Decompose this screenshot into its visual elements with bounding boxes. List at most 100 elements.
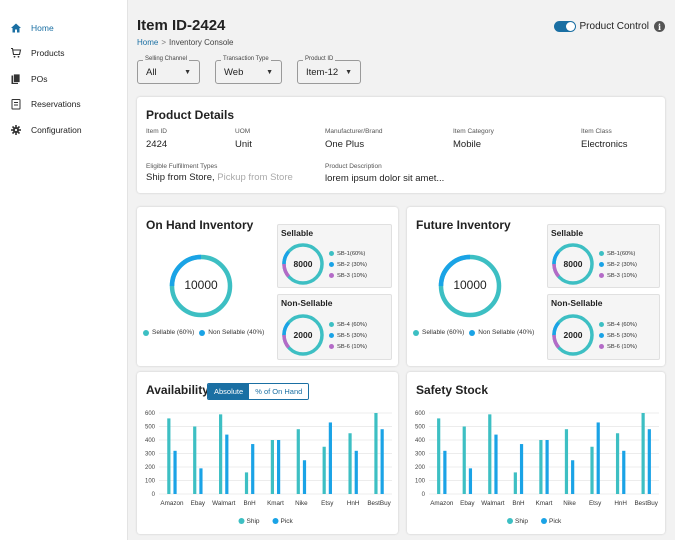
product-id-select[interactable]: Product ID Item-12 ▼ xyxy=(297,56,361,84)
non-sellable-total: 2000 xyxy=(563,330,583,340)
sellable-legend: SB-1(60%) SB-2 (30%) SB-3 (10%) xyxy=(599,248,637,281)
card-title: Safety Stock xyxy=(416,383,489,397)
legend-swatch xyxy=(329,262,334,267)
bar-pick xyxy=(173,450,177,494)
bar-pick xyxy=(328,422,332,494)
product-details-card: Product Details Item ID 2424 UOM Unit Ma… xyxy=(137,97,665,193)
sidebar-item-pos[interactable]: POs xyxy=(0,66,127,92)
legend-label: Pick xyxy=(549,518,562,525)
select-label: Selling Channel xyxy=(143,56,190,62)
legend-swatch xyxy=(541,518,547,524)
bar-ship xyxy=(374,413,378,494)
legend-swatch xyxy=(413,329,419,336)
legend-swatch xyxy=(599,322,604,327)
bar-pick xyxy=(647,429,651,494)
card-title: On Hand Inventory xyxy=(146,218,254,232)
sidebar-item-label: Products xyxy=(31,48,65,59)
bar-pick xyxy=(545,440,549,494)
future-inventory-card: Future Inventory 10000 Sellable (60%) No… xyxy=(407,207,665,366)
absolute-toggle-button[interactable]: Absolute xyxy=(208,384,250,399)
percent-on-hand-toggle-button[interactable]: % of On Hand xyxy=(249,384,309,399)
legend-label: SB-3 (10%) xyxy=(607,272,637,279)
gear-icon xyxy=(9,123,22,136)
legend-swatch xyxy=(329,333,334,338)
page-title: Item ID-2424 xyxy=(137,17,226,34)
sidebar-item-configuration[interactable]: Configuration xyxy=(0,117,127,143)
y-tick-label: 100 xyxy=(415,479,426,485)
on-hand-legend: Sellable (60%) Non Sellable (40%) xyxy=(143,329,264,336)
x-tick-label: Nike xyxy=(295,500,308,507)
legend-label: Sellable (60%) xyxy=(422,329,465,336)
sidebar-item-label: Reservations xyxy=(31,99,81,110)
legend-swatch xyxy=(507,518,513,524)
legend-swatch xyxy=(143,329,149,336)
y-tick-label: 500 xyxy=(415,425,426,431)
x-tick-label: BestBuy xyxy=(634,500,658,507)
bar-ship xyxy=(296,429,300,494)
category-value: Mobile xyxy=(453,139,481,150)
x-tick-label: Ebay xyxy=(460,500,475,507)
non-sellable-legend: SB-4 (60%) SB-5 (30%) SB-6 (10%) xyxy=(329,319,367,352)
sub-title: Non-Sellable xyxy=(551,298,603,308)
selling-channel-select[interactable]: Selling Channel All ▼ xyxy=(137,56,200,84)
card-title: Availability xyxy=(146,383,209,397)
y-tick-label: 400 xyxy=(145,438,156,444)
sidebar-item-products[interactable]: Products xyxy=(0,41,127,67)
sidebar-item-reservations[interactable]: Reservations xyxy=(0,92,127,118)
bar-pick xyxy=(596,422,600,494)
bar-ship xyxy=(193,426,197,494)
cart-icon xyxy=(9,47,22,60)
y-tick-label: 600 xyxy=(145,411,156,417)
legend-label: Non Sellable (40%) xyxy=(208,329,265,336)
on-hand-total: 10000 xyxy=(184,278,218,292)
bar-ship xyxy=(564,429,569,494)
legend-swatch xyxy=(469,329,476,336)
x-tick-label: Amazon xyxy=(160,500,184,507)
product-control: Product Control i xyxy=(553,21,665,32)
legend-label: SB-5 (30%) xyxy=(607,332,637,339)
sellable-total: 8000 xyxy=(563,259,583,269)
bar-ship xyxy=(322,446,326,494)
fulfillment-primary: Ship from Store, xyxy=(146,172,215,183)
info-icon[interactable]: i xyxy=(654,21,665,32)
legend-label: SB-5 (30%) xyxy=(337,332,367,339)
description-label: Product Description xyxy=(325,163,382,170)
sellable-box: Sellable 8000 SB-1(60%) SB-2 (30%) SB-3 … xyxy=(277,224,392,288)
select-label: Product ID xyxy=(303,56,336,62)
legend-swatch xyxy=(599,333,604,338)
legend-swatch xyxy=(329,251,334,256)
bar-pick xyxy=(519,444,524,494)
legend-swatch xyxy=(272,518,279,524)
y-tick-label: 0 xyxy=(422,492,426,498)
sidebar: Home Products POs Reservations Configura… xyxy=(0,0,128,540)
breadcrumb-home[interactable]: Home xyxy=(137,38,158,47)
breadcrumb-current: Inventory Console xyxy=(169,38,234,47)
legend-label: SB-6 (10%) xyxy=(337,343,367,350)
x-tick-label: Nike xyxy=(563,500,576,507)
availability-mode-toggle: Absolute % of On Hand xyxy=(207,383,310,400)
bar-ship xyxy=(348,433,352,494)
legend-label: SB-3 (10%) xyxy=(337,272,367,279)
sidebar-item-home[interactable]: Home xyxy=(0,15,127,41)
legend-swatch xyxy=(199,329,206,336)
uom-label: UOM xyxy=(235,128,251,135)
bar-pick xyxy=(468,468,473,494)
brand-label: Manufacturer/Brand xyxy=(325,128,383,135)
non-sellable-legend: SB-4 (60%) SB-5 (30%) SB-6 (10%) xyxy=(599,319,637,352)
x-tick-label: Etsy xyxy=(321,500,334,507)
product-control-toggle[interactable] xyxy=(553,21,576,32)
legend-label: Sellable (60%) xyxy=(152,329,195,336)
x-tick-label: HnH xyxy=(347,500,360,507)
sidebar-item-label: POs xyxy=(31,73,48,84)
legend-label: Ship xyxy=(247,518,260,525)
x-tick-label: Walmart xyxy=(481,500,504,507)
on-hand-inventory-card: On Hand Inventory 10000 Sellable (60%) N… xyxy=(137,207,398,366)
transaction-type-select[interactable]: Transaction Type Web ▼ xyxy=(215,56,282,84)
x-tick-label: BnH xyxy=(512,500,525,507)
documents-icon xyxy=(9,72,22,85)
non-sellable-box: Non-Sellable 2000 SB-4 (60%) SB-5 (30%) … xyxy=(277,294,392,360)
class-value: Electronics xyxy=(581,139,628,150)
card-title: Future Inventory xyxy=(416,218,511,232)
breadcrumb-separator: > xyxy=(161,38,167,47)
non-sellable-box: Non-Sellable 2000 SB-4 (60%) SB-5 (30%) … xyxy=(547,294,660,360)
